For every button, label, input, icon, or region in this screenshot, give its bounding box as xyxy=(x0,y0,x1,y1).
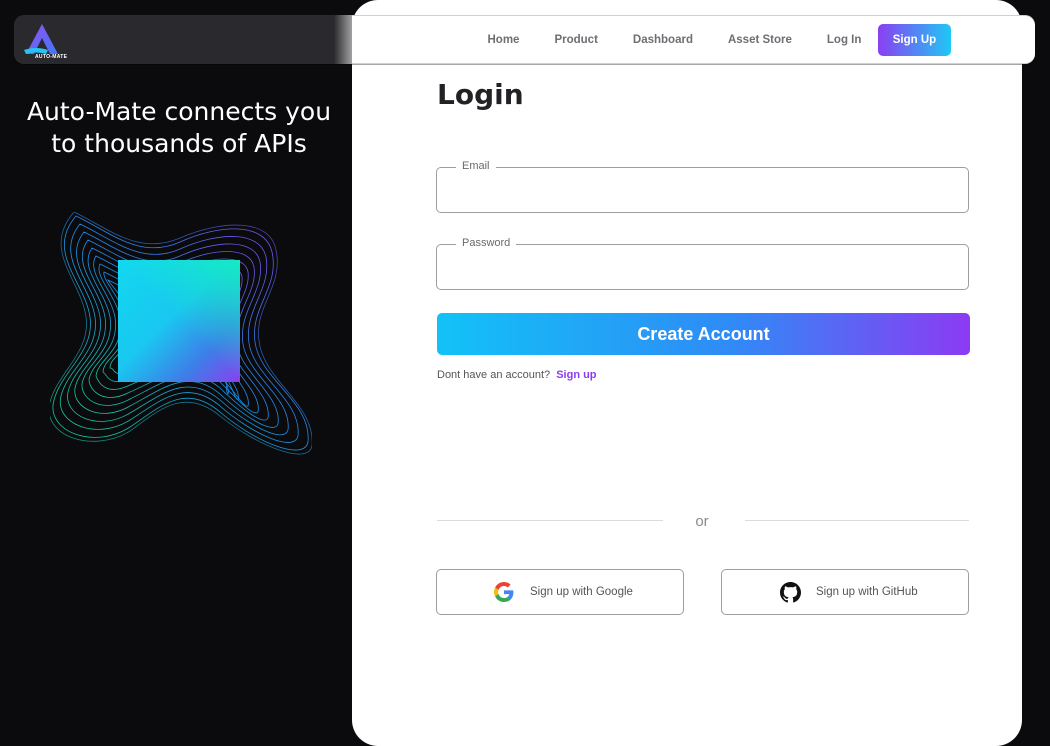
abstract-wave-illustration xyxy=(50,212,312,455)
email-input[interactable] xyxy=(437,168,968,212)
email-field[interactable]: Email xyxy=(436,160,969,213)
nav-log-in[interactable]: Log In xyxy=(827,34,862,46)
divider-line-left xyxy=(437,520,663,521)
logo-text: AUTO-MATE xyxy=(35,54,68,60)
github-signup-label: Sign up with GitHub xyxy=(816,586,918,598)
signup-hint-text: Dont have an account? xyxy=(437,369,551,381)
nav-product[interactable]: Product xyxy=(554,34,597,46)
password-field[interactable]: Password xyxy=(436,237,969,290)
nav-home[interactable]: Home xyxy=(488,34,520,46)
github-signup-button[interactable]: Sign up with GitHub xyxy=(721,569,969,615)
google-icon xyxy=(493,581,515,603)
divider-line-right xyxy=(745,520,969,521)
promo-headline-line1: Auto-Mate connects you xyxy=(26,97,332,126)
github-icon xyxy=(779,581,801,603)
nav-signup-button[interactable]: Sign Up xyxy=(878,24,951,56)
divider-or: or xyxy=(695,513,709,530)
password-label: Password xyxy=(456,237,517,249)
email-label: Email xyxy=(456,160,496,172)
create-account-button[interactable]: Create Account xyxy=(437,313,970,355)
login-title: Login xyxy=(437,78,524,111)
nav-links: Home Product Dashboard Asset Store Log I… xyxy=(470,24,879,56)
nav-asset-store[interactable]: Asset Store xyxy=(728,34,792,46)
password-input[interactable] xyxy=(437,245,968,289)
nav-dashboard[interactable]: Dashboard xyxy=(633,34,693,46)
signup-link[interactable]: Sign up xyxy=(556,369,596,381)
google-signup-label: Sign up with Google xyxy=(530,586,633,598)
signup-hint: Dont have an account? Sign up xyxy=(437,369,597,381)
promo-headline-line2: to thousands of APIs xyxy=(51,129,307,158)
promo-headline: Auto-Mate connects you to thousands of A… xyxy=(14,96,344,160)
google-signup-button[interactable]: Sign up with Google xyxy=(436,569,684,615)
